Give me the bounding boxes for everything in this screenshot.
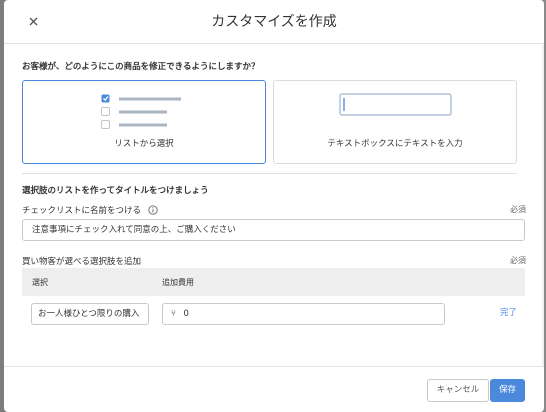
option-label: テキストボックスにテキストを入力 — [327, 139, 463, 149]
list-name-input[interactable]: 注意事項にチェック入れて同意の上、ご購入ください — [22, 219, 525, 241]
choice-input[interactable]: お一人様ひとつ限りの購入 — [31, 303, 149, 325]
dialog-header: カスタマイズを作成 — [4, 0, 544, 44]
section-divider — [22, 173, 517, 174]
choices-label: 買い物客が選べる選択肢を追加 — [22, 257, 142, 267]
modify-question: お客様が、どのようにこの商品を修正できるようにしますか？ — [22, 62, 260, 72]
column-header-cost: 追加費用 — [162, 278, 194, 287]
list-name-label: チェックリストに名前をつける — [22, 204, 158, 216]
done-link[interactable]: 完了 — [500, 306, 517, 318]
choices-table: 選択 追加費用 お一人様ひとつ限りの購入 ¥ 0 完了 — [22, 268, 525, 336]
save-button[interactable]: 保存 — [490, 379, 525, 402]
textbox-icon — [339, 93, 452, 116]
customization-dialog: カスタマイズを作成 お客様が、どのようにこの商品を修正できるようにしますか？ リ… — [4, 0, 544, 412]
currency-symbol: ¥ — [171, 309, 176, 318]
table-header: 選択 追加費用 — [22, 268, 525, 296]
checklist-icon — [101, 94, 181, 129]
cost-input[interactable]: ¥ 0 — [162, 303, 445, 325]
cancel-button[interactable]: キャンセル — [427, 379, 489, 402]
section-title: 選択肢のリストを作ってタイトルをつけましょう — [22, 186, 209, 196]
dialog-footer: キャンセル 保存 — [4, 366, 544, 412]
scrollbar[interactable] — [542, 44, 544, 366]
column-header-choice: 選択 — [32, 278, 48, 287]
dialog-title: カスタマイズを作成 — [211, 14, 337, 30]
required-label: 必須 — [510, 256, 526, 265]
required-label: 必須 — [510, 205, 526, 214]
cost-value: 0 — [183, 309, 189, 319]
option-label: リストから選択 — [114, 139, 174, 149]
option-enter-text[interactable]: テキストボックスにテキストを入力 — [273, 80, 517, 164]
list-name-label-text: チェックリストに名前をつける — [22, 206, 142, 216]
option-choose-from-list[interactable]: リストから選択 — [22, 80, 266, 164]
info-icon[interactable] — [148, 205, 158, 215]
